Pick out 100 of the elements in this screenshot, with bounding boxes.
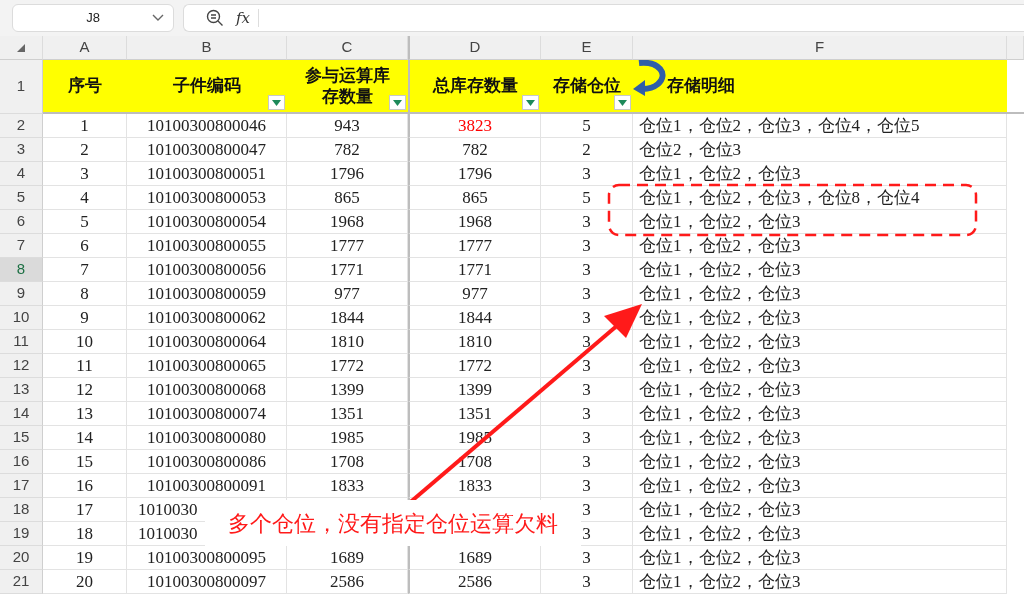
table-cell: 17 — [43, 498, 127, 522]
table-cell: 3 — [541, 474, 633, 498]
row-header[interactable]: 1 — [0, 60, 43, 114]
table-cell: 3 — [541, 234, 633, 258]
caret-icon — [152, 14, 164, 22]
row-header[interactable]: 5 — [0, 186, 43, 210]
table-cell: 仓位1，仓位2，仓位3 — [633, 330, 1007, 354]
table-cell: 782 — [287, 138, 408, 162]
row-header[interactable]: 3 — [0, 138, 43, 162]
filter-button[interactable] — [522, 95, 539, 110]
table-cell: 10 — [43, 330, 127, 354]
table-cell: 10100300800091 — [127, 474, 287, 498]
column-letter[interactable]: C — [287, 36, 408, 60]
table-cell: 1708 — [287, 450, 408, 474]
name-box[interactable]: J8 — [12, 4, 174, 32]
table-cell: 8 — [43, 282, 127, 306]
dropdown-arrow-icon — [526, 99, 535, 106]
filter-button[interactable] — [614, 95, 631, 110]
row-header[interactable]: 14 — [0, 402, 43, 426]
column-letter[interactable]: B — [127, 36, 287, 60]
table-cell: 仓位1，仓位2，仓位3 — [633, 210, 1007, 234]
table-cell: 5 — [43, 210, 127, 234]
column-letter[interactable]: A — [43, 36, 127, 60]
table-cell: 1833 — [287, 474, 408, 498]
table-cell: 18 — [43, 522, 127, 546]
select-all-icon[interactable] — [16, 42, 26, 53]
table-cell: 仓位1，仓位2，仓位3 — [633, 258, 1007, 282]
row-header[interactable]: 18 — [0, 498, 43, 522]
table-cell: 782 — [408, 138, 541, 162]
table-cell: 1772 — [408, 354, 541, 378]
table-cell: 1844 — [408, 306, 541, 330]
table-cell: 仓位1，仓位2，仓位3 — [633, 570, 1007, 594]
row-header[interactable]: 2 — [0, 114, 43, 138]
table-cell: 3 — [541, 570, 633, 594]
column-letter[interactable]: F — [633, 36, 1007, 60]
table-cell: 1844 — [287, 306, 408, 330]
table-cell: 1985 — [287, 426, 408, 450]
table-cell: 19 — [43, 546, 127, 570]
table-cell: 3823 — [408, 114, 541, 138]
table-cell: 仓位1，仓位2，仓位3 — [633, 426, 1007, 450]
table-cell: 15 — [43, 450, 127, 474]
row-header[interactable]: 4 — [0, 162, 43, 186]
row-header[interactable]: 9 — [0, 282, 43, 306]
table-cell: 1833 — [408, 474, 541, 498]
column-letter[interactable]: E — [541, 36, 633, 60]
table-cell: 10100300800068 — [127, 378, 287, 402]
table-cell: 1772 — [287, 354, 408, 378]
table-cell: 10100300800062 — [127, 306, 287, 330]
table-cell: 1968 — [287, 210, 408, 234]
table-cell: 仓位1，仓位2，仓位3，仓位4，仓位5 — [633, 114, 1007, 138]
table-cell: 10100300800056 — [127, 258, 287, 282]
column-header: 子件编码 — [173, 75, 241, 97]
row-header[interactable]: 13 — [0, 378, 43, 402]
table-cell: 2 — [541, 138, 633, 162]
table-cell: 13 — [43, 402, 127, 426]
table-cell: 5 — [541, 114, 633, 138]
function-button[interactable]: fx — [236, 9, 259, 27]
table-cell: 6 — [43, 234, 127, 258]
table-cell: 20 — [43, 570, 127, 594]
formula-bar[interactable]: fx — [183, 4, 1024, 32]
row-header[interactable]: 20 — [0, 546, 43, 570]
row-header[interactable]: 8 — [0, 258, 43, 282]
column-header: 参与运算库存数量 — [304, 64, 391, 108]
table-cell: 7 — [43, 258, 127, 282]
table-cell: 仓位1，仓位2，仓位3 — [633, 162, 1007, 186]
dropdown-arrow-icon — [393, 99, 402, 106]
table-cell: 10100300800074 — [127, 402, 287, 426]
row-header[interactable]: 6 — [0, 210, 43, 234]
table-cell: 仓位1，仓位2，仓位3 — [633, 234, 1007, 258]
column-header: 总库存数量 — [433, 75, 518, 97]
row-header[interactable]: 15 — [0, 426, 43, 450]
table-cell: 5 — [541, 186, 633, 210]
row-header[interactable]: 17 — [0, 474, 43, 498]
row-header[interactable]: 11 — [0, 330, 43, 354]
row-header[interactable]: 12 — [0, 354, 43, 378]
row-header[interactable]: 16 — [0, 450, 43, 474]
table-cell: 3 — [541, 402, 633, 426]
table-cell: 仓位1，仓位2，仓位3 — [633, 498, 1007, 522]
table-cell: 10100300800053 — [127, 186, 287, 210]
filter-button[interactable] — [268, 95, 285, 110]
table-cell: 977 — [287, 282, 408, 306]
table-cell: 977 — [408, 282, 541, 306]
table-cell: 仓位1，仓位2，仓位3，仓位8，仓位4 — [633, 186, 1007, 210]
table-cell: 1399 — [408, 378, 541, 402]
zoom-icon[interactable] — [206, 9, 224, 27]
dropdown-arrow-icon — [618, 99, 627, 106]
table-cell: 10100300800086 — [127, 450, 287, 474]
row-header[interactable]: 10 — [0, 306, 43, 330]
table-cell: 3 — [541, 450, 633, 474]
table-cell: 1796 — [408, 162, 541, 186]
row-header[interactable]: 21 — [0, 570, 43, 594]
filter-button[interactable] — [389, 95, 406, 110]
row-header[interactable]: 7 — [0, 234, 43, 258]
table-cell: 3 — [541, 210, 633, 234]
row-header[interactable]: 19 — [0, 522, 43, 546]
table-cell: 1968 — [408, 210, 541, 234]
table-cell: 2586 — [287, 570, 408, 594]
table-cell: 10100300800080 — [127, 426, 287, 450]
table-cell: 943 — [287, 114, 408, 138]
column-letter[interactable]: D — [408, 36, 541, 60]
